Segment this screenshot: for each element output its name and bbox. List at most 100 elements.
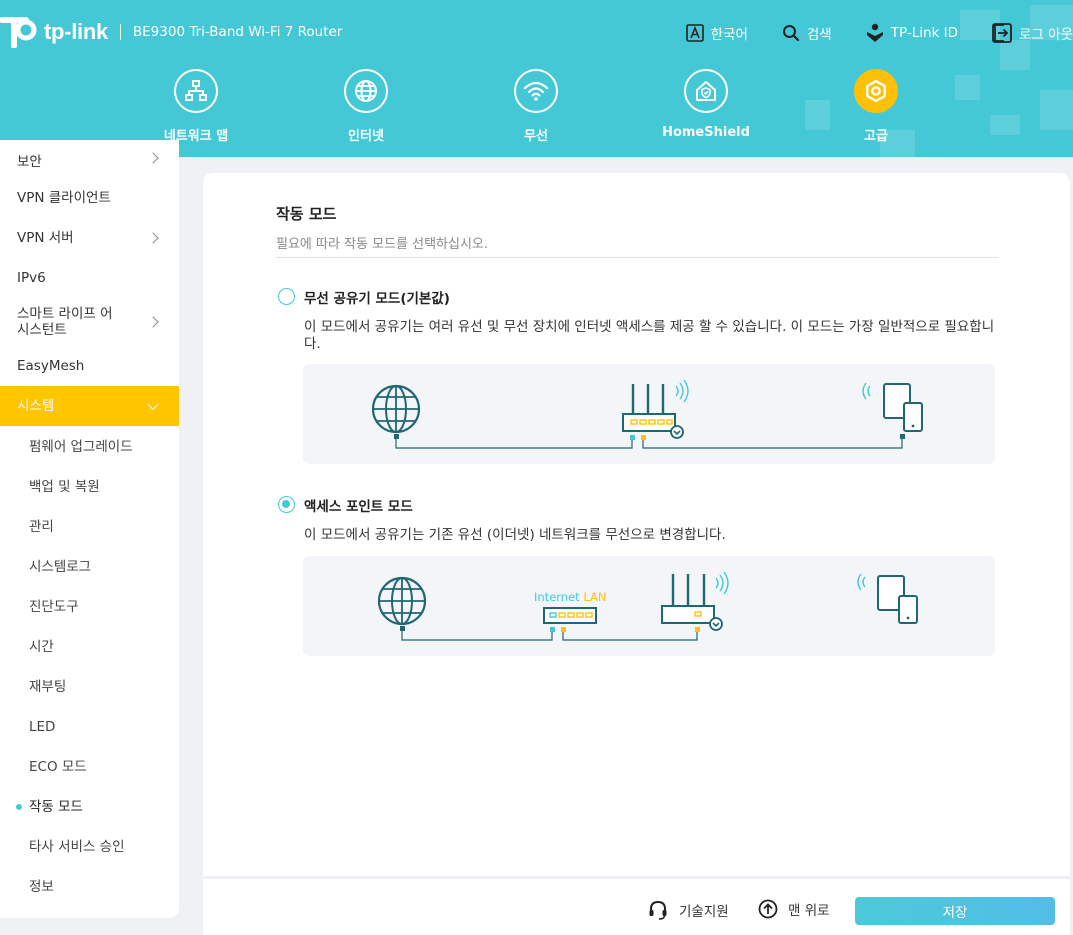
headset-icon <box>649 900 667 920</box>
language-icon <box>685 24 704 42</box>
sidebar-subitem-time[interactable]: 시간 <box>0 627 179 667</box>
sidebar-subitem-reboot[interactable]: 재부팅 <box>0 667 179 707</box>
tplink-id-link[interactable]: TP-Link ID <box>866 23 958 43</box>
sidebar-subitem-label: 시간 <box>29 639 54 655</box>
sidebar-subitem-label: 백업 및 복원 <box>29 479 100 495</box>
main-panel: 작동 모드 필요에 따라 작동 모드를 선택하십시오. 무선 공유기 모드(기본… <box>203 173 1070 876</box>
sidebar-item-label: EasyMesh <box>17 358 85 374</box>
logout-link[interactable]: 로그 아웃 <box>992 23 1073 43</box>
sidebar-subitem-label: 정보 <box>29 879 54 895</box>
globe-icon <box>355 80 377 102</box>
nav-internet-label: 인터넷 <box>348 129 384 144</box>
back-to-top-link[interactable]: 맨 위로 <box>758 899 830 919</box>
devices-icon <box>857 573 918 624</box>
nav-internet[interactable]: 인터넷 <box>296 69 436 144</box>
search-link[interactable]: 검색 <box>782 23 832 43</box>
nav-wireless[interactable]: 무선 <box>466 69 606 144</box>
sidebar-subitem-about[interactable]: 정보 <box>0 867 179 907</box>
sidebar-item-system[interactable]: 시스템 <box>0 386 179 426</box>
sidebar-subitem-label: 관리 <box>29 519 54 535</box>
nav-advanced-circle <box>854 69 898 113</box>
support-link[interactable]: 기술지원 <box>647 899 729 921</box>
router-mode-radio[interactable] <box>278 288 295 305</box>
sidebar-item-security[interactable]: 보안 <box>0 140 179 178</box>
language-link[interactable]: 한국어 <box>685 23 748 43</box>
globe-icon <box>371 384 421 434</box>
header-decoration <box>1000 40 1030 70</box>
nav-network-map-circle <box>174 69 218 113</box>
search-icon <box>782 25 799 42</box>
sidebar-item-smart-life[interactable]: 스마트 라이프 어시스턴트 <box>0 298 179 346</box>
sidebar-subitem-firmware[interactable]: 펌웨어 업그레이드 <box>0 427 179 467</box>
nav-advanced-label: 고급 <box>864 129 888 144</box>
internet-port-label: Internet <box>534 590 580 604</box>
tplink-logo-icon <box>0 17 37 48</box>
sidebar-item-label: VPN 서버 <box>17 230 74 246</box>
sidebar-subitem-label: 시스템로그 <box>29 559 92 575</box>
sidebar-item-ipv6[interactable]: IPv6 <box>0 258 179 298</box>
access-point-mode-title[interactable]: 액세스 포인트 모드 <box>304 495 413 515</box>
logo-separator <box>119 24 121 40</box>
sidebar-item-easymesh[interactable]: EasyMesh <box>0 346 179 386</box>
sidebar-item-label: IPv6 <box>17 270 46 286</box>
access-point-mode-radio[interactable] <box>278 496 295 513</box>
access-point-mode-diagram: Internet LAN <box>303 556 995 656</box>
chevron-right-icon <box>147 232 159 244</box>
network-map-icon <box>185 80 207 101</box>
page-title: 작동 모드 <box>276 205 337 223</box>
chevron-right-icon <box>147 152 159 164</box>
nav-network-map[interactable]: 네트워크 맵 <box>126 69 266 144</box>
router-mode-description: 이 모드에서 공유기는 여러 유선 및 무선 장치에 인터넷 액세스를 제공 할… <box>304 319 995 352</box>
sidebar-subitem-admin[interactable]: 관리 <box>0 507 179 547</box>
sidebar-subitem-diagnostics[interactable]: 진단도구 <box>0 587 179 627</box>
page-description: 필요에 따라 작동 모드를 선택하십시오. <box>276 237 489 252</box>
tplink-id-label: TP-Link ID <box>890 25 959 41</box>
sidebar-item-label: 스마트 라이프 어시스턴트 <box>17 306 113 338</box>
chevron-down-icon <box>147 398 159 411</box>
search-label: 검색 <box>806 27 832 43</box>
nav-homeshield[interactable]: HomeShield <box>636 69 776 140</box>
brand-name: tp-link <box>44 19 108 44</box>
header: tp-link BE9300 Tri-Band Wi-Fi 7 Router 한… <box>0 0 1073 157</box>
sidebar-subitem-label: 타사 서비스 승인 <box>29 839 125 855</box>
sidebar-subitem-syslog[interactable]: 시스템로그 <box>0 547 179 587</box>
sidebar-subitem-third-party[interactable]: 타사 서비스 승인 <box>0 827 179 867</box>
diagram-port-labels: Internet LAN <box>534 590 606 604</box>
sidebar-subitem-label: 진단도구 <box>29 599 79 615</box>
footer: 기술지원 맨 위로 저장 <box>203 878 1070 935</box>
sidebar-item-label: VPN 클라이언트 <box>17 190 111 206</box>
save-button[interactable]: 저장 <box>855 897 1055 925</box>
gear-icon <box>866 79 886 103</box>
nav-advanced[interactable]: 고급 <box>806 69 946 144</box>
sidebar-subitem-led[interactable]: LED <box>0 707 179 747</box>
sidebar-subitem-label: LED <box>29 719 56 735</box>
sidebar-subitem-label: ECO 모드 <box>29 759 87 775</box>
sidebar-item-vpn-server[interactable]: VPN 서버 <box>0 218 179 258</box>
modem-icon <box>543 607 597 624</box>
router-mode-diagram <box>303 364 995 464</box>
router-mode-title[interactable]: 무선 공유기 모드(기본값) <box>304 287 450 307</box>
current-indicator-dot <box>16 804 22 810</box>
access-point-mode-description: 이 모드에서 공유기는 기존 유선 (이더넷) 네트워크를 무선으로 변경합니다… <box>304 527 726 543</box>
divider <box>276 257 999 258</box>
logo[interactable]: tp-link BE9300 Tri-Band Wi-Fi 7 Router <box>0 16 342 48</box>
sidebar-subitem-eco[interactable]: ECO 모드 <box>0 747 179 787</box>
sidebar-subitem-backup[interactable]: 백업 및 복원 <box>0 467 179 507</box>
back-to-top-label: 맨 위로 <box>788 903 830 919</box>
sidebar-item-vpn-client[interactable]: VPN 클라이언트 <box>0 178 179 218</box>
logout-icon <box>992 23 1012 43</box>
sidebar-subitem-label: 재부팅 <box>29 679 67 695</box>
sidebar-subitem-operation-mode[interactable]: 작동 모드 <box>0 787 179 827</box>
tplink-id-icon <box>866 23 883 42</box>
nav-wireless-label: 무선 <box>524 129 548 144</box>
homeshield-icon <box>696 81 716 101</box>
nav-homeshield-circle <box>684 69 728 113</box>
nav-homeshield-label: HomeShield <box>662 125 750 140</box>
sidebar-item-label: 보안 <box>17 154 42 170</box>
arrow-up-circle-icon <box>758 899 778 919</box>
language-label: 한국어 <box>710 27 748 43</box>
main-nav: 네트워크 맵 인터넷 무선 HomeShield 고급 <box>0 69 1073 149</box>
devices-icon <box>862 382 923 432</box>
sidebar-subitem-label: 펌웨어 업그레이드 <box>29 439 133 455</box>
top-links: 한국어 검색 TP-Link ID 로그 아웃 <box>652 22 1073 44</box>
